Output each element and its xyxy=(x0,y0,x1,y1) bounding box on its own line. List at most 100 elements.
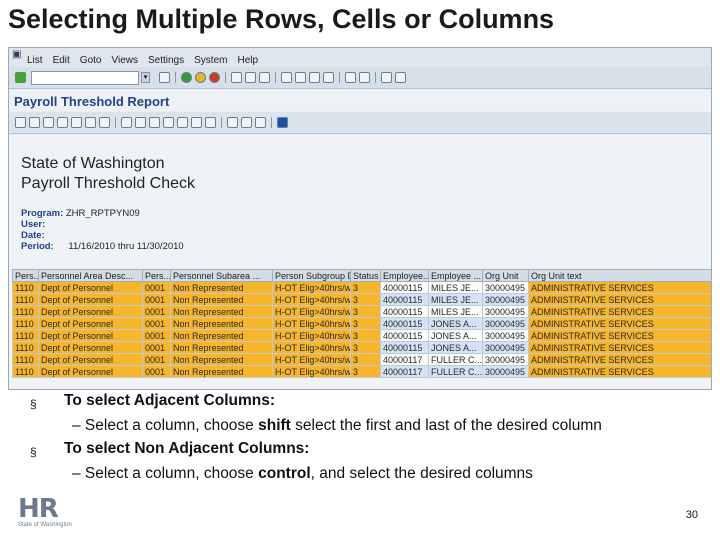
table-cell[interactable]: ADMINISTRATIVE SERVICES xyxy=(528,305,711,318)
table-row[interactable]: 1110 Dept of Personnel 0001 Non Represented… xyxy=(12,281,711,294)
command-field[interactable] xyxy=(31,71,139,85)
table-cell[interactable]: 0001 xyxy=(142,281,171,294)
column-header[interactable]: Personnel Area Desc... xyxy=(38,269,143,282)
table-cell[interactable]: JONES A... xyxy=(428,317,483,330)
table-cell[interactable]: H-OT Elig>40hrs/wk xyxy=(272,281,351,294)
table-cell[interactable]: H-OT Elig>40hrs/wk xyxy=(272,305,351,318)
save-icon[interactable] xyxy=(159,72,170,83)
table-cell[interactable]: H-OT Elig>40hrs/wk xyxy=(272,293,351,306)
table-cell[interactable]: 0001 xyxy=(142,293,171,306)
find-next-icon[interactable] xyxy=(259,72,270,83)
table-cell[interactable]: 30000495 xyxy=(482,353,529,366)
previous-page-icon[interactable] xyxy=(295,72,306,83)
table-cell[interactable]: Dept of Personnel xyxy=(38,329,143,342)
menu-item-views[interactable]: Views xyxy=(111,55,138,66)
last-page-icon[interactable] xyxy=(323,72,334,83)
column-header[interactable]: Employee... xyxy=(380,269,429,282)
table-cell[interactable]: 40000115 xyxy=(380,317,429,330)
first-page-icon[interactable] xyxy=(281,72,292,83)
help-icon[interactable] xyxy=(381,72,392,83)
column-header[interactable]: Person Subgroup Desc xyxy=(272,269,351,282)
table-row[interactable]: 1110 Dept of Personnel 0001 Non Represented… xyxy=(12,305,711,318)
table-cell[interactable]: MILES JE... xyxy=(428,281,483,294)
table-cell[interactable]: ADMINISTRATIVE SERVICES xyxy=(528,341,711,354)
table-cell[interactable]: ADMINISTRATIVE SERVICES xyxy=(528,353,711,366)
shortcut-icon[interactable] xyxy=(359,72,370,83)
table-cell[interactable]: 30000495 xyxy=(482,365,529,378)
table-cell[interactable]: 3 xyxy=(350,341,381,354)
table-cell[interactable]: 30000495 xyxy=(482,281,529,294)
table-cell[interactable]: Non Represented xyxy=(170,281,273,294)
column-header[interactable]: Org Unit text xyxy=(528,269,711,282)
details-icon[interactable] xyxy=(15,117,26,128)
table-cell[interactable]: JONES A... xyxy=(428,329,483,342)
table-cell[interactable]: 40000115 xyxy=(380,293,429,306)
table-cell[interactable]: Dept of Personnel xyxy=(38,305,143,318)
table-cell[interactable]: 1110 xyxy=(12,281,39,294)
table-cell[interactable]: 3 xyxy=(350,281,381,294)
table-row[interactable]: 1110 Dept of Personnel 0001 Non Represented… xyxy=(12,293,711,306)
column-header[interactable]: Org Unit xyxy=(482,269,529,282)
export-icon[interactable] xyxy=(149,117,160,128)
select-layout-icon[interactable] xyxy=(241,117,252,128)
table-cell[interactable]: 3 xyxy=(350,365,381,378)
table-cell[interactable]: 1110 xyxy=(12,353,39,366)
table-cell[interactable]: 0001 xyxy=(142,329,171,342)
local-file-icon[interactable] xyxy=(191,117,202,128)
table-cell[interactable]: 30000495 xyxy=(482,341,529,354)
table-cell[interactable]: ADMINISTRATIVE SERVICES xyxy=(528,293,711,306)
table-cell[interactable]: 40000115 xyxy=(380,329,429,342)
table-cell[interactable]: 30000495 xyxy=(482,329,529,342)
table-cell[interactable]: 1110 xyxy=(12,329,39,342)
table-cell[interactable]: Non Represented xyxy=(170,305,273,318)
table-row[interactable]: 1110 Dept of Personnel 0001 Non Represented… xyxy=(12,353,711,366)
total-icon[interactable] xyxy=(85,117,96,128)
menu-item-goto[interactable]: Goto xyxy=(80,55,102,66)
table-cell[interactable]: Dept of Personnel xyxy=(38,293,143,306)
table-cell[interactable]: 0001 xyxy=(142,305,171,318)
filter-dropdown-icon[interactable] xyxy=(71,117,82,128)
subtotal-icon[interactable] xyxy=(99,117,110,128)
table-cell[interactable]: 3 xyxy=(350,329,381,342)
table-row[interactable]: 1110 Dept of Personnel 0001 Non Represented… xyxy=(12,329,711,342)
table-cell[interactable]: H-OT Elig>40hrs/wk xyxy=(272,317,351,330)
table-cell[interactable]: H-OT Elig>40hrs/wk xyxy=(272,341,351,354)
save-layout-icon[interactable] xyxy=(255,117,266,128)
table-cell[interactable]: Dept of Personnel xyxy=(38,353,143,366)
table-cell[interactable]: Non Represented xyxy=(170,329,273,342)
table-cell[interactable]: Non Represented xyxy=(170,293,273,306)
table-cell[interactable]: Dept of Personnel xyxy=(38,281,143,294)
column-header[interactable]: Employee ... xyxy=(428,269,483,282)
table-cell[interactable]: 0001 xyxy=(142,353,171,366)
table-cell[interactable]: 1110 xyxy=(12,305,39,318)
table-cell[interactable]: Non Represented xyxy=(170,353,273,366)
command-field-dropdown-icon[interactable]: ▾ xyxy=(141,72,150,83)
table-row[interactable]: 1110 Dept of Personnel 0001 Non Represented… xyxy=(12,317,711,330)
table-cell[interactable]: FULLER C... xyxy=(428,365,483,378)
table-cell[interactable]: 0001 xyxy=(142,317,171,330)
table-cell[interactable]: H-OT Elig>40hrs/wk xyxy=(272,329,351,342)
change-layout-icon[interactable] xyxy=(227,117,238,128)
table-cell[interactable]: 3 xyxy=(350,305,381,318)
table-cell[interactable]: H-OT Elig>40hrs/wk xyxy=(272,365,351,378)
table-cell[interactable]: 1110 xyxy=(12,317,39,330)
column-header[interactable]: Status xyxy=(350,269,381,282)
graphic-icon[interactable] xyxy=(135,117,146,128)
menu-item-list[interactable]: List xyxy=(27,55,43,66)
column-header[interactable]: Pers... xyxy=(142,269,171,282)
table-row[interactable]: 1110 Dept of Personnel 0001 Non Represented… xyxy=(12,365,711,378)
table-cell[interactable]: ADMINISTRATIVE SERVICES xyxy=(528,317,711,330)
table-cell[interactable]: Dept of Personnel xyxy=(38,365,143,378)
word-processing-icon[interactable] xyxy=(177,117,188,128)
table-cell[interactable]: 3 xyxy=(350,293,381,306)
table-cell[interactable]: 1110 xyxy=(12,293,39,306)
new-session-icon[interactable] xyxy=(345,72,356,83)
table-cell[interactable]: 40000115 xyxy=(380,305,429,318)
table-cell[interactable]: Non Represented xyxy=(170,341,273,354)
information-icon[interactable] xyxy=(277,117,288,128)
table-cell[interactable]: ADMINISTRATIVE SERVICES xyxy=(528,281,711,294)
table-cell[interactable]: 30000495 xyxy=(482,293,529,306)
table-cell[interactable]: 30000495 xyxy=(482,317,529,330)
table-cell[interactable]: 40000117 xyxy=(380,353,429,366)
table-cell[interactable]: 0001 xyxy=(142,341,171,354)
